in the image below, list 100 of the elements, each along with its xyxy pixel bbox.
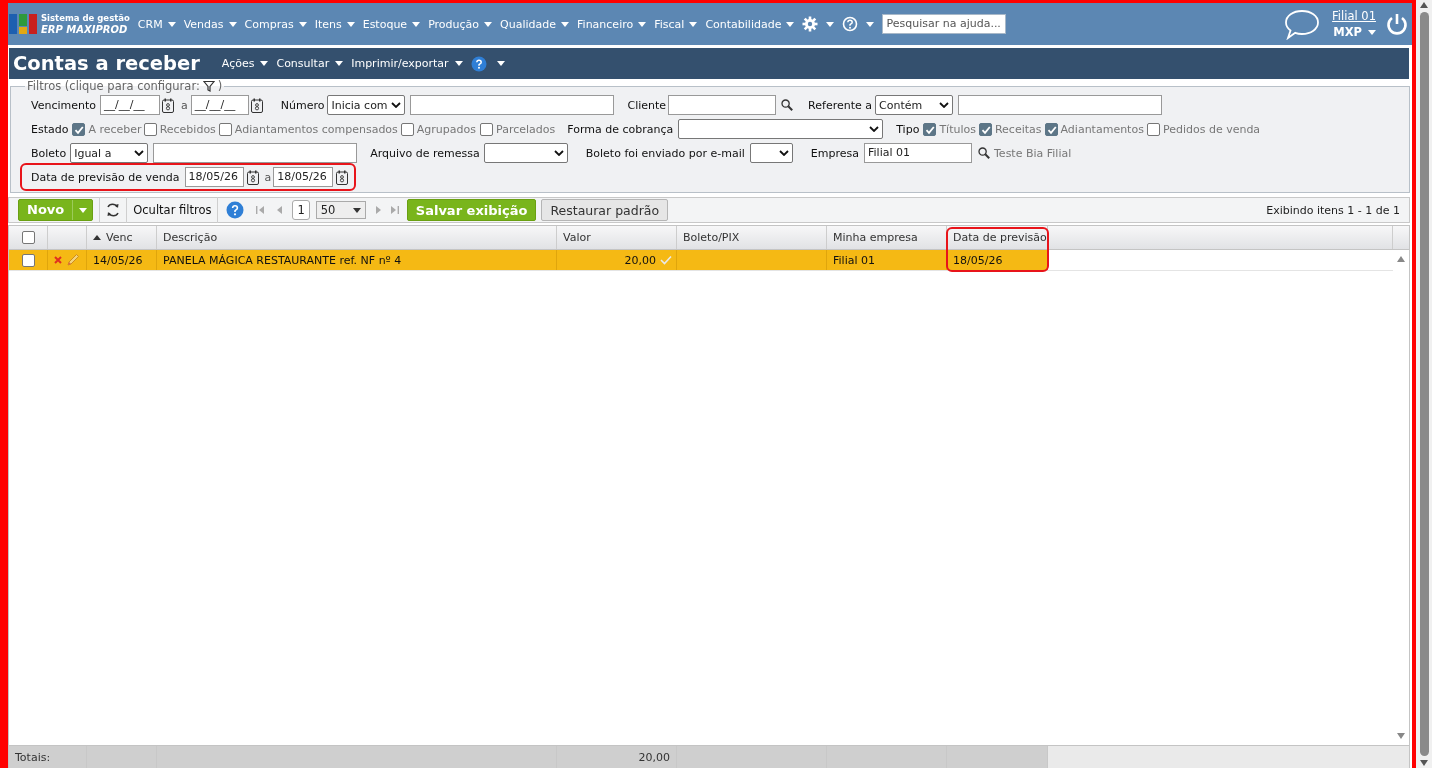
help-icon[interactable] [842,16,859,32]
chevron-icon [869,126,880,132]
dropdown[interactable]: Contém [875,95,953,115]
dropdown[interactable]: Inicia com [327,95,406,115]
checkbox[interactable] [218,122,232,136]
text-field[interactable] [410,95,615,115]
caret-icon [228,21,237,27]
search-icon[interactable] [781,99,794,111]
scroll-down-icon[interactable] [1397,733,1405,739]
table-cell: Filial 01 [827,250,947,270]
calendar-icon[interactable] [246,169,259,185]
branch-link[interactable]: Filial 01 [1332,8,1376,24]
caret-icon [298,21,307,27]
dropdown[interactable]: Igual a [70,143,149,163]
menu-item[interactable]: Compras [244,17,307,31]
column-title: Boleto/PIX [683,231,740,244]
power-icon[interactable] [1386,12,1408,36]
chevron-icon [391,102,402,108]
checkbox[interactable] [978,122,992,136]
checkbox-label: Pedidos de venda [1162,122,1261,136]
caret-icon [346,21,355,27]
column-title: Descrição [163,231,218,244]
menu-item[interactable]: Contabilidade [705,17,795,31]
filters-legend: Filtros (clique para configurar: [27,79,200,93]
text-field[interactable]: Filial 01 [864,143,972,163]
settings-icon[interactable] [802,16,819,32]
filter-label: Arquivo de remessa [370,146,480,160]
date-field[interactable]: __/__/__ [190,95,249,115]
table-cell: 20,00 [557,250,677,270]
funnel-icon[interactable] [202,80,215,92]
checkbox-label: A receber [88,122,142,136]
help-icon[interactable] [470,55,487,72]
checkbox[interactable] [72,122,86,136]
tick-icon [1046,124,1057,135]
caret-icon [1368,29,1376,35]
checkbox[interactable] [1146,122,1160,136]
search-icon[interactable] [978,147,990,159]
menu-item[interactable]: Fiscal [654,17,698,31]
scroll-up-icon[interactable] [1397,256,1405,262]
menu-item[interactable]: Produção [428,17,493,31]
dropdown[interactable] [749,143,793,163]
tick-icon [74,124,85,135]
dropdown[interactable] [678,119,884,139]
column-header[interactable]: Descrição [157,226,557,249]
date-field[interactable]: __/__/__ [100,95,160,115]
menu-item[interactable]: CRM [137,17,176,31]
page-size-dropdown[interactable]: 50 [315,201,366,219]
caret-icon [638,21,647,27]
checkbox[interactable] [21,253,35,267]
column-header[interactable]: Venc [87,226,157,249]
user-menu[interactable]: MXP [1333,24,1376,40]
caret-icon [826,21,835,27]
checkbox-label: Receitas [994,122,1042,136]
text-field[interactable] [668,95,777,115]
search-field[interactable]: Pesquisar na ajuda... [882,14,1007,34]
checkbox[interactable] [1044,122,1058,136]
range-separator: a [181,98,188,112]
checkbox[interactable] [480,122,493,136]
chevron-icon [134,150,145,156]
item-count: Exibindo itens 1 - 1 de 1 [1266,203,1400,217]
checkbox[interactable] [400,122,414,136]
chat-bubble-icon[interactable] [1284,8,1321,40]
checkbox[interactable] [21,231,35,244]
filter-label: Referente a [808,98,872,112]
caret-icon [786,21,795,27]
dropdown[interactable] [483,143,568,163]
action-menu[interactable]: Consultar [276,57,344,70]
action-menu[interactable]: Imprimir/exportar [351,57,463,70]
logo-title: ERP MAXIPROD [41,24,129,36]
column-header[interactable]: Data de previsão [947,226,1048,249]
filter-label: Data de previsão de venda [31,170,180,184]
date-field[interactable]: 18/05/26 [184,167,244,187]
cross-icon[interactable] [54,256,62,264]
column-header[interactable]: Boleto/PIX [677,226,827,249]
text-field[interactable] [153,143,358,163]
scroll-down-icon[interactable] [1420,760,1428,766]
checkbox-label: Recebidos [159,122,216,136]
menu-item[interactable]: Itens [314,17,355,31]
menu-item[interactable]: Qualidade [500,17,570,31]
menu-item[interactable]: Estoque [362,17,421,31]
checkbox[interactable] [923,122,937,136]
calendar-icon[interactable] [336,169,349,185]
column-title: Minha empresa [833,231,918,244]
column-header[interactable]: Valor [557,226,677,249]
hide-filters-button[interactable]: Ocultar filtros [127,203,218,217]
page-number-field[interactable]: 1 [292,200,310,220]
menu-item[interactable]: Vendas [183,17,237,31]
checkbox[interactable] [143,122,157,136]
help-icon[interactable] [226,201,245,219]
action-menu[interactable]: Ações [221,57,269,70]
company-name: Teste Bia Filial [994,146,1072,160]
restore-default-button[interactable]: Restaurar padrão [541,199,669,221]
date-field[interactable]: 18/05/26 [273,167,334,187]
column-header[interactable]: Minha empresa [827,226,947,249]
text-field[interactable] [958,95,1162,115]
calendar-icon[interactable] [162,97,174,113]
tick-icon [980,124,991,135]
menu-item[interactable]: Financeiro [577,17,647,31]
scroll-up-icon[interactable] [1420,2,1428,8]
calendar-icon[interactable] [250,97,263,113]
